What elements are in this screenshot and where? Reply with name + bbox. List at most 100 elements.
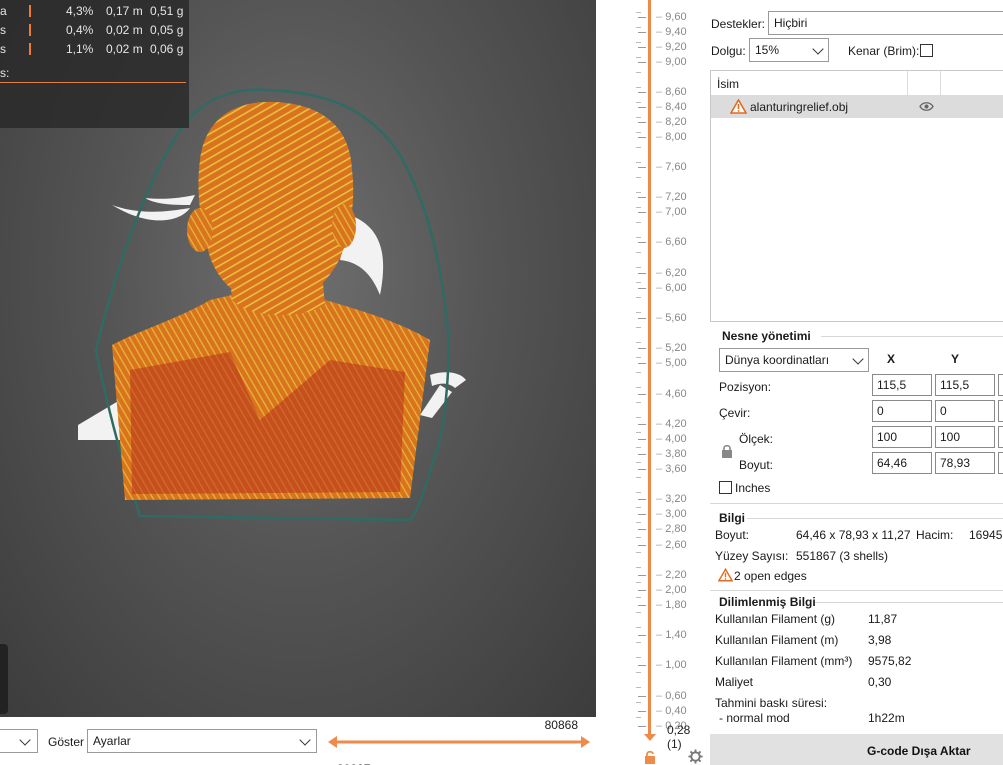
layer-tick: [638, 212, 646, 213]
layer-minor-tick: [636, 417, 641, 418]
layer-height-label: 4,20: [656, 418, 686, 430]
layer-height-label: 3,80: [656, 448, 686, 460]
layer-minor-tick: [636, 312, 641, 313]
infill-select[interactable]: 15%: [749, 38, 829, 62]
layer-minor-tick: [636, 252, 641, 253]
slider-track[interactable]: [328, 727, 590, 757]
layer-minor-tick: [636, 552, 641, 553]
layer-tick: [638, 696, 646, 697]
filament-g-label: Kullanılan Filament (g): [715, 612, 836, 626]
column-header-name: İsim: [717, 77, 739, 91]
rotate-x-input[interactable]: 0: [872, 400, 932, 422]
layer-minor-tick: [636, 537, 641, 538]
layer-minor-tick: [636, 357, 641, 358]
bottom-toolbar: Göster Ayarlar 80868 80827: [0, 717, 596, 765]
position-z-input[interactable]: [998, 374, 1003, 396]
layer-tick: [638, 726, 646, 727]
legend-panel: a 4,3% 0,17 m 0,51 g s 0,4% 0,02 m 0,05 …: [0, 0, 189, 128]
rotate-y-input[interactable]: 0: [935, 400, 995, 422]
export-gcode-button[interactable]: G-code Dışa Aktar: [710, 734, 1003, 765]
layer-minor-tick: [636, 267, 641, 268]
eye-icon[interactable]: [919, 101, 934, 112]
layer-height-label: 9,00: [656, 56, 686, 68]
layer-minor-tick: [636, 27, 641, 28]
lock-icon[interactable]: [643, 750, 657, 764]
scale-x-input[interactable]: 100: [872, 426, 932, 448]
position-y-input[interactable]: 115,5: [935, 374, 995, 396]
layer-minor-tick: [636, 597, 641, 598]
show-label: Göster: [48, 735, 85, 749]
brim-checkbox[interactable]: [920, 44, 933, 57]
size-label: Boyut:: [739, 458, 774, 472]
inches-checkbox[interactable]: [719, 481, 732, 494]
layer-minor-tick: [636, 462, 641, 463]
slider-left-thumb: [328, 736, 337, 748]
layer-tick: [638, 318, 646, 319]
layer-minor-tick: [636, 477, 641, 478]
legend-label: s: [0, 23, 6, 37]
layer-slider[interactable]: 9,60 9,40 9,20 9,00 8,60 8,40 8,20 8,00 7,60 7,20…: [596, 0, 707, 765]
layer-tick: [638, 122, 646, 123]
layer-minor-tick: [636, 297, 641, 298]
layer-minor-tick: [636, 702, 641, 703]
horizontal-move-slider[interactable]: 80868 80827: [328, 718, 590, 765]
layer-height-label: 9,40: [656, 26, 686, 38]
info-volume-value: 16945,4: [969, 528, 1003, 542]
size-y-input[interactable]: 78,93: [935, 452, 995, 474]
scale-y-input[interactable]: 100: [935, 426, 995, 448]
layer-slider-track[interactable]: [648, 0, 651, 735]
layer-height-label: 3,60: [656, 463, 686, 475]
layer-minor-tick: [636, 717, 641, 718]
layer-tick: [638, 363, 646, 364]
bust-ear-left: [187, 208, 213, 252]
layer-tick: [638, 167, 646, 168]
layer-tick: [638, 635, 646, 636]
view-type-select[interactable]: [0, 729, 38, 753]
export-gcode-label: G-code Dışa Aktar: [867, 744, 971, 758]
size-z-input[interactable]: [998, 452, 1003, 474]
filament-mm3-label: Kullanılan Filament (mm³): [715, 654, 853, 668]
scale-z-input[interactable]: [998, 426, 1003, 448]
gear-icon[interactable]: [688, 749, 703, 764]
normal-mode-label: - normal mod: [719, 711, 790, 725]
object-manipulation-title: Nesne yönetimi: [722, 329, 811, 343]
layer-height-label: 0,60: [656, 690, 686, 702]
legend-length: 0,02 m: [106, 23, 143, 37]
size-x-input[interactable]: 64,46: [872, 452, 932, 474]
legend-footer: s:: [0, 66, 10, 80]
layer-minor-tick: [636, 222, 641, 223]
position-label: Pozisyon:: [719, 380, 772, 394]
legend-row: a 4,3% 0,17 m 0,51 g: [0, 2, 189, 20]
layer-height-label: 0,40: [656, 705, 686, 717]
lock-icon[interactable]: [721, 444, 733, 458]
info-volume-label: Hacim:: [916, 528, 954, 542]
layer-minor-tick: [636, 672, 641, 673]
layer-tick: [638, 288, 646, 289]
filament-mm3-value: 9575,82: [868, 654, 912, 668]
layer-minor-tick: [636, 102, 641, 103]
coordinate-system-select[interactable]: Dünya koordinatları: [719, 348, 869, 372]
show-select[interactable]: Ayarlar: [87, 729, 317, 753]
layer-height-label: 3,20: [656, 493, 686, 505]
layer-current-height: 0,28: [667, 723, 691, 737]
supports-select[interactable]: Hiçbiri: [768, 11, 1003, 35]
chevron-down-icon: [19, 734, 31, 746]
layer-slider-thumb[interactable]: [644, 734, 656, 741]
layer-height-label: 5,00: [656, 357, 686, 369]
position-x-input[interactable]: 115,5: [872, 374, 932, 396]
slider-right-thumb: [581, 736, 590, 748]
layer-tick: [638, 137, 646, 138]
bust-head: [198, 101, 354, 307]
object-list[interactable]: İsim alanturingrelief.obj: [710, 70, 1003, 322]
layer-height-label: 6,00: [656, 282, 686, 294]
layer-tick: [638, 575, 646, 576]
layer-minor-tick: [636, 522, 641, 523]
object-list-item[interactable]: alanturingrelief.obj: [711, 96, 1003, 118]
3d-viewport[interactable]: a 4,3% 0,17 m 0,51 g s 0,4% 0,02 m 0,05 …: [0, 0, 596, 717]
layer-minor-tick: [636, 507, 641, 508]
legend-length: 0,02 m: [106, 42, 143, 56]
rotate-z-input[interactable]: [998, 400, 1003, 422]
collapsed-side-handle[interactable]: [0, 644, 8, 714]
section-divider: [710, 503, 1003, 504]
legend-divider: [0, 82, 186, 83]
